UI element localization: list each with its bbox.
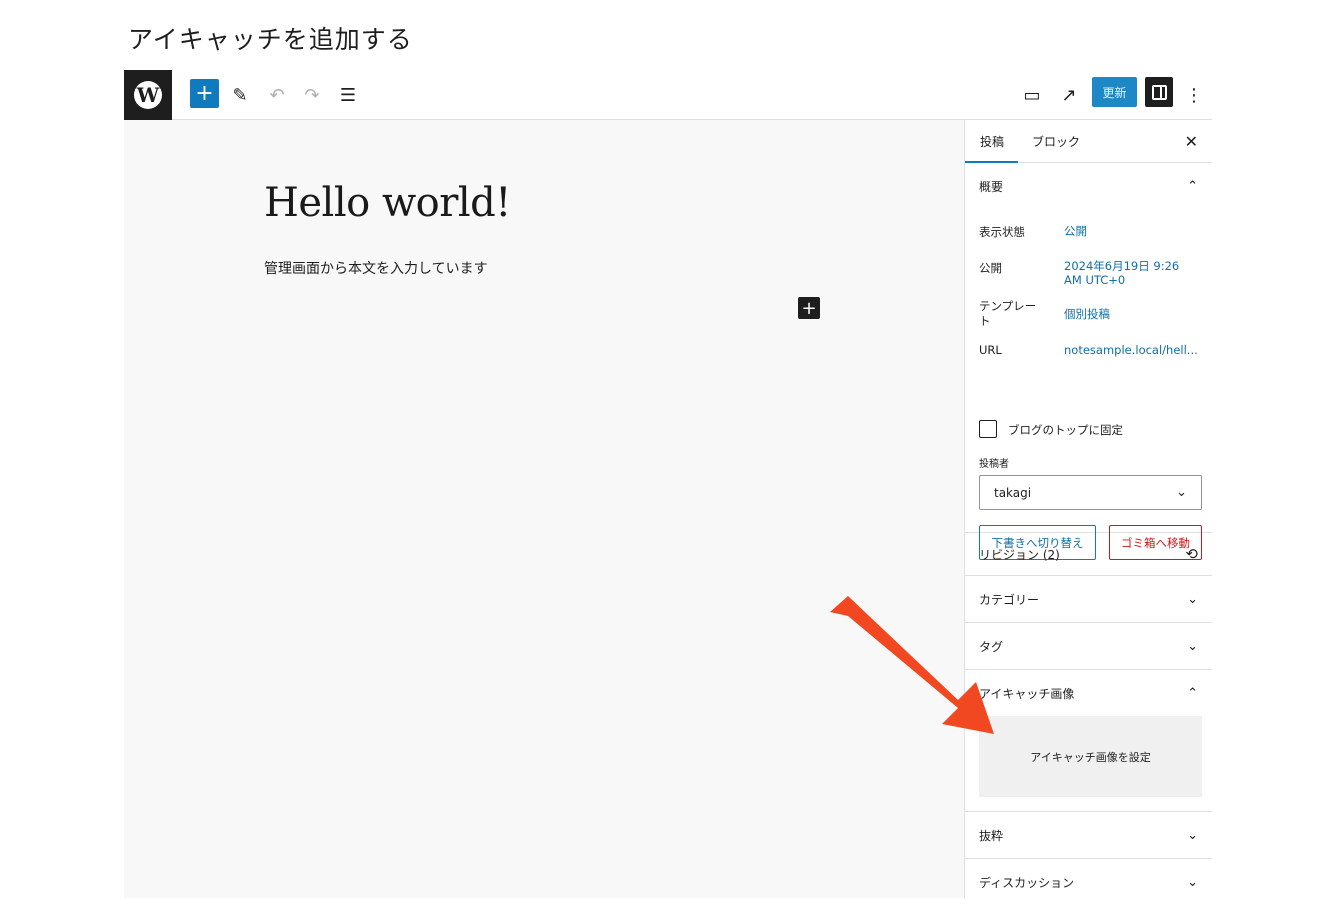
inline-add-block-button[interactable]: + xyxy=(798,297,820,319)
categories-header: カテゴリー ⌄ xyxy=(965,576,1212,622)
publish-date-line2: AM UTC+0 xyxy=(1064,273,1126,287)
page-heading: アイキャッチを追加する xyxy=(128,25,413,54)
author-label: 投稿者 xyxy=(979,459,1009,470)
list-view-icon[interactable]: ☰ xyxy=(332,79,364,111)
featured-image-panel: アイキャッチ画像 ⌃ アイキャッチ画像を設定 xyxy=(965,670,1212,812)
url-value[interactable]: notesample.local/hell... xyxy=(1064,343,1198,357)
preview-icon[interactable]: ▭ xyxy=(1016,79,1048,111)
redo-icon[interactable]: ↷ xyxy=(296,79,328,111)
editor-canvas[interactable]: Hello world! 管理画面から本文を入力しています + xyxy=(124,120,964,898)
discussion-label: ディスカッション xyxy=(979,875,1075,890)
sidebar-icon xyxy=(1151,84,1167,100)
chevron-up-icon: ⌃ xyxy=(1187,178,1198,194)
summary-panel: 概要 ⌃ 表示状態 公開 公開 2024年6月19日 9:26 AM UTC+0… xyxy=(965,163,1212,560)
tab-post[interactable]: 投稿 xyxy=(980,120,1004,163)
template-label-line2: ト xyxy=(979,314,991,328)
settings-sidebar: 投稿 ブロック ✕ 概要 ⌃ 表示状態 公開 公開 2024年6月19日 9:2… xyxy=(964,120,1212,898)
discussion-header: ディスカッション ⌄ xyxy=(965,859,1212,898)
more-options-icon[interactable]: ⋮ xyxy=(1178,79,1210,111)
chevron-down-icon: ⌄ xyxy=(1187,591,1198,607)
visibility-value[interactable]: 公開 xyxy=(1064,224,1087,238)
categories-panel[interactable]: カテゴリー ⌄ xyxy=(965,576,1212,623)
block-editor: W + ✎ ↶ ↷ ☰ ▭ ↗ 更新 ⋮ Hello world! 管理画面から… xyxy=(124,70,1212,898)
sticky-label: ブログのトップに固定 xyxy=(1008,423,1123,437)
revisions-header: リビジョン (2) ⟲ xyxy=(965,533,1212,575)
tab-block[interactable]: ブロック xyxy=(1032,120,1080,163)
author-select[interactable]: takagi ⌄ xyxy=(979,475,1202,510)
excerpt-panel[interactable]: 抜粋 ⌄ xyxy=(965,812,1212,859)
wordpress-icon: W xyxy=(134,81,162,109)
author-value: takagi xyxy=(994,485,1032,500)
undo-icon[interactable]: ↶ xyxy=(261,79,293,111)
url-label: URL xyxy=(979,343,1002,357)
visibility-label: 表示状態 xyxy=(979,225,1025,239)
tags-panel[interactable]: タグ ⌄ xyxy=(965,623,1212,670)
editor-toolbar: W + ✎ ↶ ↷ ☰ ▭ ↗ 更新 ⋮ xyxy=(124,70,1212,120)
chevron-down-icon: ⌄ xyxy=(1187,638,1198,654)
tags-label: タグ xyxy=(979,639,1004,654)
featured-image-header[interactable]: アイキャッチ画像 ⌃ xyxy=(965,670,1212,716)
close-icon[interactable]: ✕ xyxy=(1185,132,1198,151)
summary-panel-header[interactable]: 概要 ⌃ xyxy=(965,163,1212,209)
publish-date-line1: 2024年6月19日 9:26 xyxy=(1064,259,1180,273)
template-value[interactable]: 個別投稿 xyxy=(1064,307,1110,321)
summary-title: 概要 xyxy=(979,179,1004,194)
template-label: テンプレー ト xyxy=(979,299,1036,329)
discussion-panel[interactable]: ディスカッション ⌄ xyxy=(965,859,1212,898)
featured-image-title: アイキャッチ画像 xyxy=(979,686,1075,701)
post-title[interactable]: Hello world! xyxy=(264,180,511,226)
publish-label: 公開 xyxy=(979,261,1002,275)
set-featured-image-button[interactable]: アイキャッチ画像を設定 xyxy=(979,716,1202,797)
revisions-panel[interactable]: リビジョン (2) ⟲ xyxy=(965,533,1212,576)
revisions-label: リビジョン (2) xyxy=(979,547,1060,562)
sticky-checkbox[interactable] xyxy=(979,420,997,438)
chevron-down-icon: ⌄ xyxy=(1187,827,1198,843)
settings-toggle-button[interactable] xyxy=(1145,77,1173,107)
add-block-button[interactable]: + xyxy=(190,79,219,108)
wordpress-logo-button[interactable]: W xyxy=(124,70,172,120)
tags-header: タグ ⌄ xyxy=(965,623,1212,669)
template-label-line1: テンプレー xyxy=(979,299,1037,313)
paragraph-block[interactable]: 管理画面から本文を入力しています xyxy=(264,258,488,278)
chevron-up-icon: ⌃ xyxy=(1187,685,1198,701)
sidebar-tabs: 投稿 ブロック ✕ xyxy=(965,120,1212,163)
excerpt-label: 抜粋 xyxy=(979,828,1004,843)
chevron-down-icon: ⌄ xyxy=(1187,874,1198,890)
excerpt-header: 抜粋 ⌄ xyxy=(965,812,1212,858)
publish-date-value[interactable]: 2024年6月19日 9:26 AM UTC+0 xyxy=(1064,259,1179,287)
edit-tools-icon[interactable]: ✎ xyxy=(224,79,256,111)
view-post-icon[interactable]: ↗ xyxy=(1053,79,1085,111)
update-button[interactable]: 更新 xyxy=(1092,77,1137,107)
history-icon: ⟲ xyxy=(1185,545,1198,563)
categories-label: カテゴリー xyxy=(979,592,1040,607)
chevron-down-icon: ⌄ xyxy=(1176,485,1187,500)
